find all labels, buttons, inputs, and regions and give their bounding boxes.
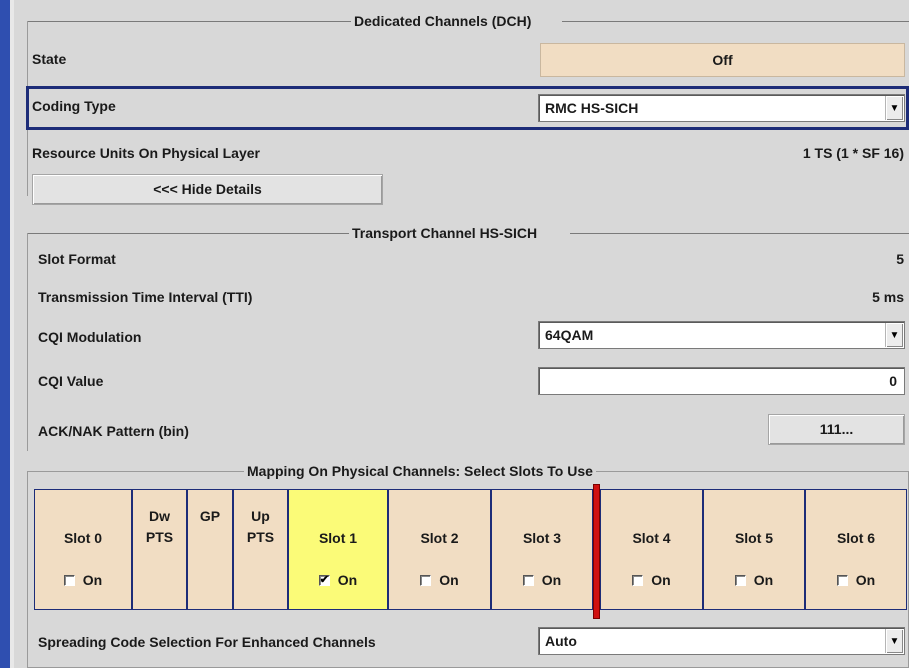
slot-cell-5[interactable]: Slot 2 On bbox=[388, 489, 491, 610]
dch-title-line-right bbox=[562, 21, 909, 22]
dch-group-title: Dedicated Channels (DCH) bbox=[351, 13, 535, 29]
transport-title-line-right bbox=[570, 233, 909, 234]
cqi-value-input[interactable]: 0 bbox=[538, 367, 905, 395]
window-left-edge bbox=[0, 0, 10, 668]
dwpts-label-line1: Dw bbox=[149, 508, 170, 524]
slot-on-label: On bbox=[337, 572, 358, 588]
tti-value: 5 ms bbox=[872, 289, 904, 305]
checkbox-icon[interactable] bbox=[734, 575, 746, 586]
slot-cell-8[interactable]: Slot 5 On bbox=[703, 489, 805, 610]
slot-cell-9[interactable]: Slot 6 On bbox=[805, 489, 907, 610]
dch-title-line-left bbox=[27, 21, 352, 22]
slot-cell-6[interactable]: Slot 3 On bbox=[491, 489, 593, 610]
slot-on-label: On bbox=[82, 572, 103, 588]
spreading-code-label: Spreading Code Selection For Enhanced Ch… bbox=[38, 634, 376, 650]
hide-details-button[interactable]: <<< Hide Details bbox=[32, 174, 383, 205]
slot-cell-dwpts: Dw PTS bbox=[132, 489, 187, 610]
slot-on-label: On bbox=[855, 572, 876, 588]
slot-on-checkbox[interactable]: On bbox=[601, 572, 702, 588]
chevron-down-icon[interactable]: ▼ bbox=[885, 96, 903, 120]
slot-cell-gp: GP bbox=[187, 489, 233, 610]
checkbox-icon[interactable] bbox=[632, 575, 644, 586]
checkbox-icon[interactable] bbox=[836, 575, 848, 586]
checkbox-icon[interactable] bbox=[420, 575, 432, 586]
switch-point-marker bbox=[593, 484, 600, 619]
slot-name-label: Slot 3 bbox=[522, 530, 562, 546]
transport-group-left-border bbox=[27, 233, 28, 451]
slot-on-checkbox[interactable]: On bbox=[289, 572, 387, 588]
spreading-code-value: Auto bbox=[545, 633, 577, 649]
slot-name-label: Slot 2 bbox=[420, 530, 459, 546]
uppts-label-line1: Up bbox=[251, 508, 270, 524]
resource-units-label: Resource Units On Physical Layer bbox=[32, 145, 260, 161]
slot-on-checkbox[interactable]: On bbox=[704, 572, 804, 588]
slot-on-label: On bbox=[651, 572, 671, 588]
state-label: State bbox=[32, 51, 67, 67]
dwpts-label-line2: PTS bbox=[145, 529, 174, 545]
acknak-pattern-button[interactable]: 111... bbox=[768, 414, 905, 445]
gp-label: GP bbox=[199, 508, 221, 524]
cqi-modulation-select[interactable]: 64QAM ▼ bbox=[538, 321, 905, 349]
cqi-value-label: CQI Value bbox=[38, 373, 104, 389]
slot-on-checkbox[interactable]: On bbox=[806, 572, 906, 588]
state-button[interactable]: Off bbox=[540, 43, 905, 77]
coding-type-select[interactable]: RMC HS-SICH ▼ bbox=[538, 94, 905, 122]
transport-group-title: Transport Channel HS-SICH bbox=[349, 225, 541, 241]
chevron-down-icon[interactable]: ▼ bbox=[885, 629, 903, 653]
acknak-pattern-label: ACK/NAK Pattern (bin) bbox=[38, 423, 189, 439]
window-left-edge-inner bbox=[10, 0, 14, 668]
mapping-group-title: Mapping On Physical Channels: Select Slo… bbox=[244, 463, 596, 479]
slot-cell-7[interactable]: Slot 4 On bbox=[600, 489, 703, 610]
spreading-code-select[interactable]: Auto ▼ bbox=[538, 627, 905, 655]
slot-name-label: Slot 1 bbox=[318, 530, 358, 546]
uppts-label: Up PTS bbox=[234, 506, 287, 548]
slot-on-label: On bbox=[439, 572, 459, 588]
resource-units-value: 1 TS (1 * SF 16) bbox=[802, 145, 904, 161]
coding-type-label: Coding Type bbox=[32, 98, 116, 114]
slot-on-label: On bbox=[541, 572, 562, 588]
slot-cell-0[interactable]: Slot 0 On bbox=[34, 489, 132, 610]
slot-format-label: Slot Format bbox=[38, 251, 116, 267]
slot-cell-4[interactable]: Slot 1 On bbox=[288, 489, 388, 610]
cqi-modulation-label: CQI Modulation bbox=[38, 329, 142, 345]
slot-format-value: 5 bbox=[896, 251, 904, 267]
checkbox-icon[interactable] bbox=[522, 575, 534, 586]
checkbox-icon[interactable] bbox=[63, 575, 75, 586]
tti-label: Transmission Time Interval (TTI) bbox=[38, 289, 253, 305]
checkbox-icon[interactable] bbox=[318, 575, 330, 586]
transport-title-line-left bbox=[27, 233, 350, 234]
coding-type-value: RMC HS-SICH bbox=[545, 100, 639, 116]
slot-on-checkbox[interactable]: On bbox=[389, 572, 490, 588]
slot-name-label: Slot 4 bbox=[632, 530, 671, 546]
dwpts-label: Dw PTS bbox=[133, 506, 186, 548]
cqi-modulation-value: 64QAM bbox=[545, 327, 594, 343]
chevron-down-icon[interactable]: ▼ bbox=[885, 323, 903, 347]
slot-cell-uppts: Up PTS bbox=[233, 489, 288, 610]
slot-name-label: Slot 0 bbox=[63, 530, 103, 546]
slot-on-checkbox[interactable]: On bbox=[35, 572, 131, 588]
slot-on-label: On bbox=[753, 572, 774, 588]
slot-name-label: Slot 6 bbox=[836, 530, 876, 546]
slot-on-checkbox[interactable]: On bbox=[492, 572, 592, 588]
uppts-label-line2: PTS bbox=[246, 529, 275, 545]
slot-name-label: Slot 5 bbox=[734, 530, 774, 546]
